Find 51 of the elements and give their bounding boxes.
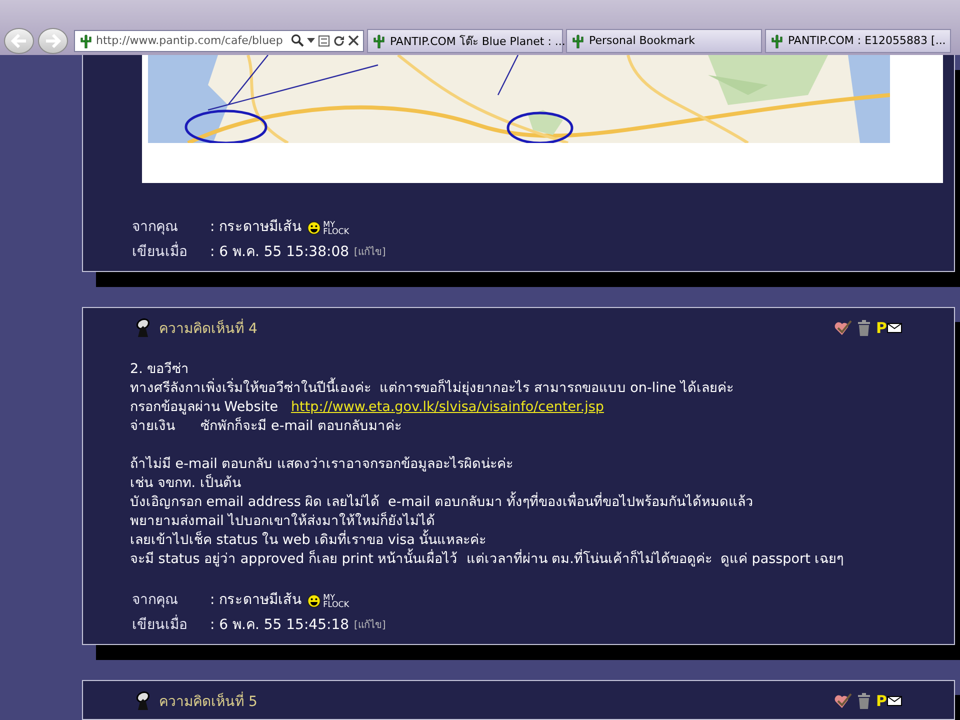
post-date: : 6 พ.ค. 55 15:45:18 bbox=[210, 616, 350, 635]
check-heart-icon[interactable] bbox=[834, 320, 852, 336]
comment-title: ความคิดเห็นที่ 5 bbox=[159, 690, 834, 712]
comment-text: พยายามส่งmail ไปบอกเขาให้ส่งมาให้ใหม่ก็ยังไม่ได้ bbox=[130, 512, 436, 530]
cactus-icon bbox=[79, 32, 93, 48]
date-label: เขียนเมื่อ bbox=[132, 240, 210, 265]
avatar-icon bbox=[135, 318, 151, 338]
browser-tab[interactable]: PANTIP.COM : E12055883 [... bbox=[765, 28, 951, 52]
author-name[interactable]: : กระดาษมีเส้น bbox=[210, 215, 302, 240]
comment-text: จะมี status อยู่ว่า approved ก็เลย print หน้านั้นเผื่อไว้ แต่เวลาที่ผ่าน ตม.ที่โน่นเค้าก็ไม่ได้ขอดูค่ะ ดูแค่ passport เฉยๆ bbox=[130, 550, 954, 569]
close-icon[interactable] bbox=[348, 35, 359, 46]
comment-text: 2. ขอวีซ่า bbox=[130, 360, 190, 378]
flock-logo: MY FLOCK bbox=[323, 220, 350, 234]
comment-text: เช่น จขกท. เป็นต้น bbox=[130, 474, 242, 493]
forward-button[interactable] bbox=[38, 28, 68, 54]
trash-icon[interactable] bbox=[858, 693, 870, 709]
check-heart-icon[interactable] bbox=[834, 693, 852, 709]
cactus-icon bbox=[770, 32, 784, 48]
search-icon[interactable] bbox=[291, 34, 304, 47]
back-button[interactable] bbox=[4, 28, 34, 54]
browser-tab[interactable]: Personal Bookmark bbox=[566, 28, 762, 52]
back-arrow-icon bbox=[11, 34, 27, 48]
compatibility-icon[interactable] bbox=[318, 34, 330, 46]
post-date: : 6 พ.ค. 55 15:38:08 bbox=[210, 243, 350, 262]
comment-text: ถ้าไม่มี e-mail ตอบกลับ แสดงว่าเราอาจกรอกข้อมูลอะไรผิดน่ะค่ะ bbox=[130, 455, 514, 474]
browser-tab[interactable]: PANTIP.COM โต๊ะ Blue Planet : ... bbox=[367, 28, 563, 52]
comment-text: กรอกข้อมูลผ่าน Website http://www.eta.gov.lk/slvisa/visainfo/center.jsp bbox=[130, 398, 605, 417]
comment-title: ความคิดเห็นที่ 4 bbox=[159, 317, 834, 339]
forward-arrow-icon bbox=[45, 34, 61, 48]
date-label: เขียนเมื่อ bbox=[132, 613, 210, 638]
avatar-icon bbox=[135, 691, 151, 711]
smiley-icon bbox=[307, 220, 322, 234]
refresh-icon[interactable] bbox=[333, 34, 345, 46]
comment-text: เลยเข้าไปเช็ค status ใน web เดิมที่เราขอ visa นั้นแหละค่ะ bbox=[130, 531, 954, 550]
trash-icon[interactable] bbox=[858, 320, 870, 336]
flock-logo: MY FLOCK bbox=[323, 594, 350, 608]
author-label: จากคุณ bbox=[132, 591, 179, 610]
edit-link[interactable]: [แก้ไข] bbox=[354, 613, 386, 638]
smiley-icon bbox=[307, 594, 322, 608]
edit-link[interactable]: [แก้ไข] bbox=[354, 240, 386, 265]
cactus-icon bbox=[372, 32, 386, 48]
cactus-icon bbox=[571, 32, 585, 48]
author-label: จากคุณ bbox=[132, 218, 179, 237]
comment-text: บังเอิญกรอก email address ผิด เลยไม่ได้ e-mail ตอบกลับมา ทั้งๆที่ของเพื่อนที่ขอไปพร้อมกันได้หมดแล้ว bbox=[130, 493, 954, 512]
comment-text: จ่ายเงิน ซักพักก็จะมี e-mail ตอบกลับมาค่ะ bbox=[130, 417, 402, 436]
website-link[interactable]: http://www.eta.gov.lk/slvisa/visainfo/center.jsp bbox=[290, 399, 604, 415]
dropdown-icon[interactable] bbox=[307, 38, 315, 43]
author-name[interactable]: : กระดาษมีเส้น bbox=[210, 588, 302, 613]
comment-text: ทางศรีลังกาเพิ่งเริ่มให้ขอวีซ่าในปีนี้เองค่ะ แต่การขอก็ไม่ยุ่งยากอะไร สามารถขอแบบ on-line ได้เลยค่ะ bbox=[130, 379, 954, 398]
url-text: http://www.pantip.com/cafe/bluep bbox=[96, 34, 284, 47]
address-bar[interactable]: http://www.pantip.com/cafe/bluep bbox=[74, 30, 364, 52]
